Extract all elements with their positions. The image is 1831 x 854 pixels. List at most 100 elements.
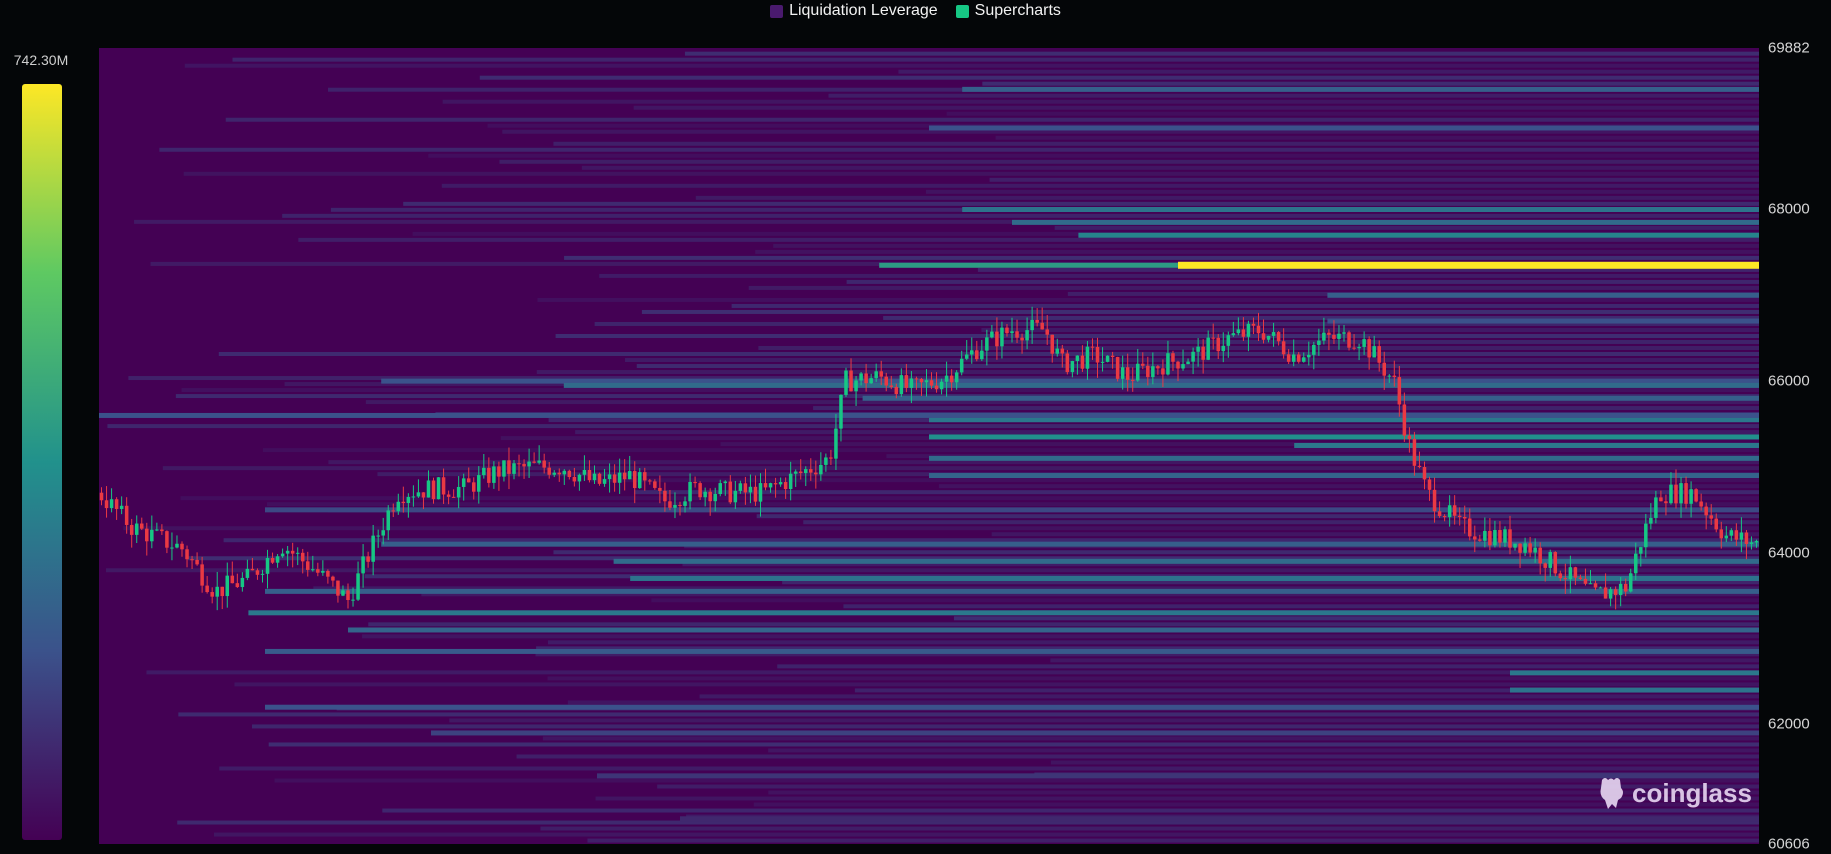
heat-band-faint	[981, 327, 1759, 332]
candle-body	[809, 469, 813, 473]
candle-body	[627, 471, 632, 480]
candle-body	[431, 480, 436, 500]
heat-band	[962, 86, 1759, 92]
candle-body	[1241, 329, 1246, 337]
candle-body	[1115, 357, 1120, 379]
candle-body	[1135, 363, 1140, 381]
candle-body	[567, 470, 572, 478]
candle-body	[1176, 361, 1180, 369]
candle-body	[1523, 543, 1527, 553]
candle-body	[1156, 366, 1160, 369]
heatmap-svg	[99, 51, 1759, 843]
candle-body	[482, 467, 486, 476]
heat-band	[929, 125, 1759, 131]
candle-body	[1754, 540, 1759, 543]
candle-body	[205, 585, 209, 593]
heat-band-faint	[695, 195, 1759, 200]
candle-body	[361, 556, 365, 574]
candle-body	[1478, 539, 1482, 541]
candle-body	[653, 481, 657, 488]
candle-body	[617, 472, 622, 483]
heat-band-faint	[442, 99, 1759, 104]
candle-body	[165, 531, 169, 548]
candle-body	[139, 523, 144, 529]
candle-body	[1382, 362, 1387, 376]
heat-band-faint	[599, 273, 1759, 278]
heat-band-faint	[298, 237, 1759, 242]
candle-body	[311, 569, 315, 571]
candle-body	[582, 470, 587, 475]
heat-band-faint	[813, 406, 1759, 411]
candle-body	[1211, 337, 1215, 339]
candle-body	[492, 466, 496, 483]
candle-body	[1729, 530, 1734, 536]
candle-body	[587, 470, 592, 481]
candle-body	[245, 568, 250, 578]
candle-body	[386, 510, 391, 531]
candle-body	[477, 475, 481, 492]
heat-band-faint	[925, 189, 1759, 194]
heat-band-faint	[547, 676, 1759, 681]
candle-body	[175, 543, 179, 548]
heat-band	[248, 610, 1759, 616]
candle-body	[1251, 323, 1256, 326]
candle-body	[834, 428, 838, 459]
candle-body	[1025, 330, 1029, 341]
heat-band	[265, 507, 1759, 513]
candle-body	[1473, 536, 1477, 540]
candle-body	[572, 477, 577, 482]
candle-body	[995, 331, 999, 347]
candle-body	[502, 460, 506, 477]
candle-body	[371, 535, 375, 562]
heatmap-plot[interactable]	[99, 48, 1759, 844]
heat-band	[862, 395, 1759, 401]
heat-band	[1327, 292, 1759, 298]
candle-body	[1120, 367, 1125, 379]
candle-body	[1010, 331, 1014, 334]
heat-band	[613, 558, 1759, 564]
heat-band-faint	[479, 75, 1759, 80]
legend-item-supercharts[interactable]: Supercharts	[955, 2, 1061, 20]
candle-body	[673, 504, 677, 508]
color-scale-bar	[22, 84, 62, 840]
heat-band-faint	[553, 550, 1759, 555]
candle-body	[1015, 331, 1019, 338]
legend-swatch-liquidation-leverage	[770, 4, 784, 18]
heat-band-faint	[219, 766, 1759, 771]
heat-band-faint	[748, 285, 1759, 290]
candle-body	[129, 524, 134, 535]
candle-body	[1639, 547, 1643, 554]
heat-band-faint	[575, 430, 1759, 435]
heat-band-faint	[657, 784, 1759, 789]
candle-body	[285, 550, 290, 554]
candle-body	[1659, 497, 1663, 502]
candle-body	[1226, 335, 1231, 346]
candle-body	[1281, 341, 1286, 355]
candle-body	[300, 552, 305, 562]
heat-band-faint	[699, 694, 1759, 699]
candle-body	[632, 471, 637, 489]
heat-band-faint	[587, 838, 1759, 843]
candle-body	[155, 529, 159, 531]
candle-body	[1724, 535, 1729, 539]
candle-body	[512, 463, 516, 474]
candle-body	[1669, 484, 1673, 504]
heat-band-faint	[773, 243, 1759, 248]
heat-band-faint	[368, 622, 1759, 627]
heat-band-faint	[214, 832, 1759, 837]
candle-body	[1674, 484, 1678, 504]
candle-body	[894, 386, 899, 395]
candle-body	[964, 354, 969, 359]
candle-body	[788, 473, 793, 490]
heat-band	[563, 382, 1759, 388]
candle-body	[270, 558, 275, 563]
legend-label-supercharts: Supercharts	[974, 2, 1061, 19]
legend-item-liquidation-leverage[interactable]: Liquidation Leverage	[770, 2, 938, 20]
candle-body	[230, 575, 235, 584]
candle-body	[688, 481, 692, 502]
candle-body	[783, 482, 788, 490]
candle-body	[1271, 332, 1276, 336]
candle-body	[1538, 547, 1542, 564]
heat-band-faint	[542, 736, 1759, 741]
candle-body	[1206, 337, 1210, 360]
